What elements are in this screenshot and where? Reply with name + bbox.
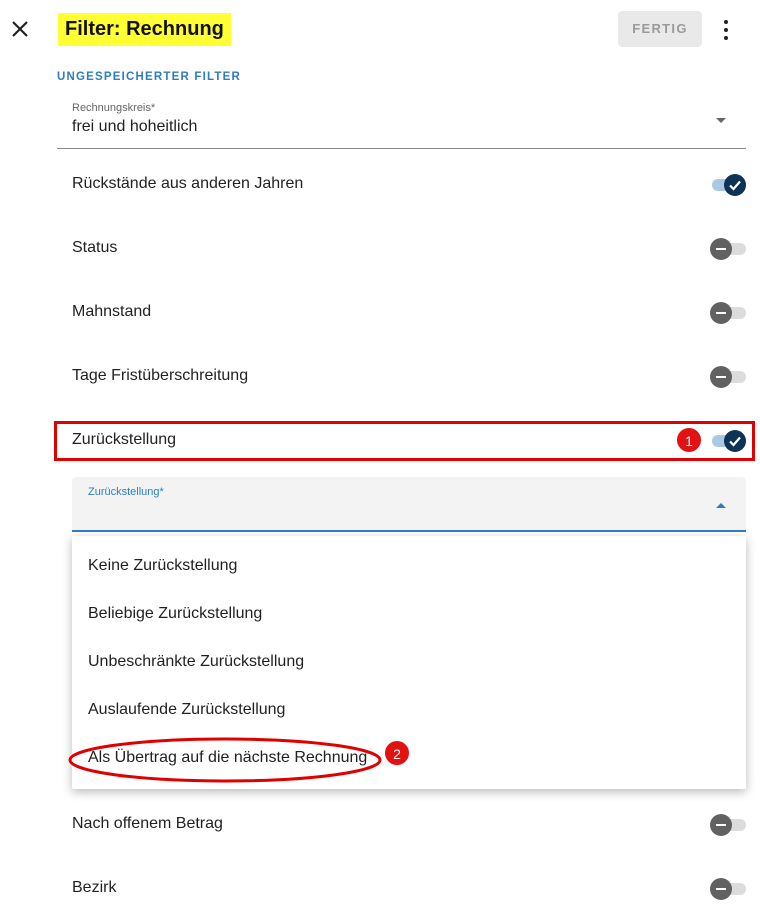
toggle-nach-offenem-betrag[interactable] xyxy=(710,814,746,836)
filter-label: Status xyxy=(72,239,118,256)
minus-icon xyxy=(710,878,732,900)
rechnungskreis-value: frei und hoheitlich xyxy=(72,118,198,135)
close-button[interactable] xyxy=(9,18,31,40)
toggle-tage-fristueberschreitung[interactable] xyxy=(710,366,746,388)
filter-row-status: Status xyxy=(57,229,746,269)
toggle-rueckstaende[interactable] xyxy=(710,174,746,196)
filter-label: Tage Fristüberschreitung xyxy=(72,367,249,384)
filter-row-bezirk: Bezirk xyxy=(57,869,746,909)
section-label: UNGESPEICHERTER FILTER xyxy=(57,71,242,83)
toggle-mahnstand[interactable] xyxy=(710,302,746,324)
chevron-down-icon xyxy=(716,118,726,123)
check-icon xyxy=(729,180,741,191)
option-label: Auslaufende Zurückstellung xyxy=(88,701,286,718)
more-options-button[interactable] xyxy=(714,16,738,44)
minus-icon xyxy=(710,814,732,836)
minus-icon xyxy=(710,238,732,260)
option-label: Keine Zurückstellung xyxy=(88,557,238,574)
filter-row-rueckstaende: Rückstände aus anderen Jahren xyxy=(57,165,746,205)
option-beliebige-zurueckstellung[interactable]: Beliebige Zurückstellung xyxy=(72,589,746,637)
filter-label: Nach offenem Betrag xyxy=(72,815,223,832)
option-unbeschraenkte-zurueckstellung[interactable]: Unbeschränkte Zurückstellung xyxy=(72,637,746,685)
option-label: Beliebige Zurückstellung xyxy=(88,605,263,622)
minus-icon xyxy=(710,366,732,388)
filter-row-tage-fristueberschreitung: Tage Fristüberschreitung xyxy=(57,357,746,397)
annotation-badge-2: 2 xyxy=(384,740,410,766)
rechnungskreis-label: Rechnungskreis* xyxy=(72,102,156,114)
chevron-up-icon xyxy=(716,503,726,508)
minus-icon xyxy=(710,302,732,324)
annotation-highlight-box xyxy=(54,421,755,461)
option-keine-zurueckstellung[interactable]: Keine Zurückstellung xyxy=(72,541,746,589)
option-label: Unbeschränkte Zurückstellung xyxy=(88,653,305,670)
rechnungskreis-select[interactable]: Rechnungskreis* frei und hoheitlich xyxy=(57,96,746,149)
filter-row-mahnstand: Mahnstand xyxy=(57,293,746,333)
more-vert-icon xyxy=(714,20,738,40)
zurueckstellung-select[interactable]: Zurückstellung* xyxy=(72,477,746,532)
zurueckstellung-label: Zurückstellung* xyxy=(88,486,164,498)
filter-label: Mahnstand xyxy=(72,303,152,320)
toggle-status[interactable] xyxy=(710,238,746,260)
option-auslaufende-zurueckstellung[interactable]: Auslaufende Zurückstellung xyxy=(72,685,746,733)
toggle-bezirk[interactable] xyxy=(710,878,746,900)
filter-row-nach-offenem-betrag: Nach offenem Betrag xyxy=(57,805,746,845)
annotation-ellipse xyxy=(68,737,382,783)
filter-label: Rückstände aus anderen Jahren xyxy=(72,175,304,192)
done-button[interactable]: FERTIG xyxy=(618,11,702,47)
page-title: Filter: Rechnung xyxy=(58,13,231,46)
close-icon xyxy=(12,21,28,37)
filter-label: Bezirk xyxy=(72,879,117,896)
annotation-badge-1: 1 xyxy=(676,427,702,453)
